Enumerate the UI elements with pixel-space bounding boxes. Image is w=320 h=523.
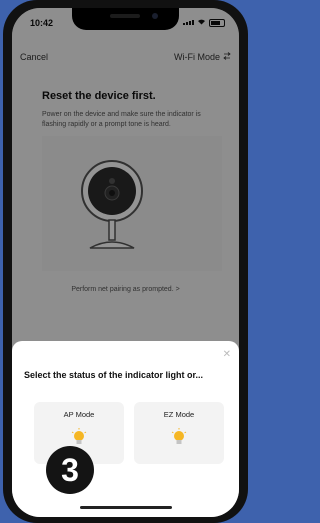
- ez-mode-option[interactable]: EZ Mode: [134, 402, 224, 464]
- front-camera: [152, 13, 158, 19]
- sheet-title: Select the status of the indicator light…: [24, 370, 204, 380]
- notch: [72, 8, 179, 30]
- bulb-icon: [171, 428, 187, 444]
- bulb-icon: [71, 428, 87, 444]
- close-icon[interactable]: ✕: [223, 349, 231, 360]
- phone-frame: 10:42 Cancel Wi-Fi Mode Reset the device…: [3, 0, 248, 523]
- mode-label: EZ Mode: [163, 410, 195, 419]
- phone-bezel: 10:42 Cancel Wi-Fi Mode Reset the device…: [12, 8, 239, 517]
- screen: 10:42 Cancel Wi-Fi Mode Reset the device…: [12, 8, 239, 517]
- speaker-grille: [110, 14, 140, 18]
- mode-label: AP Mode: [63, 410, 95, 419]
- home-indicator: [80, 506, 172, 509]
- step-number-badge: 3: [46, 446, 94, 494]
- bottom-sheet: ✕ Select the status of the indicator lig…: [12, 341, 239, 517]
